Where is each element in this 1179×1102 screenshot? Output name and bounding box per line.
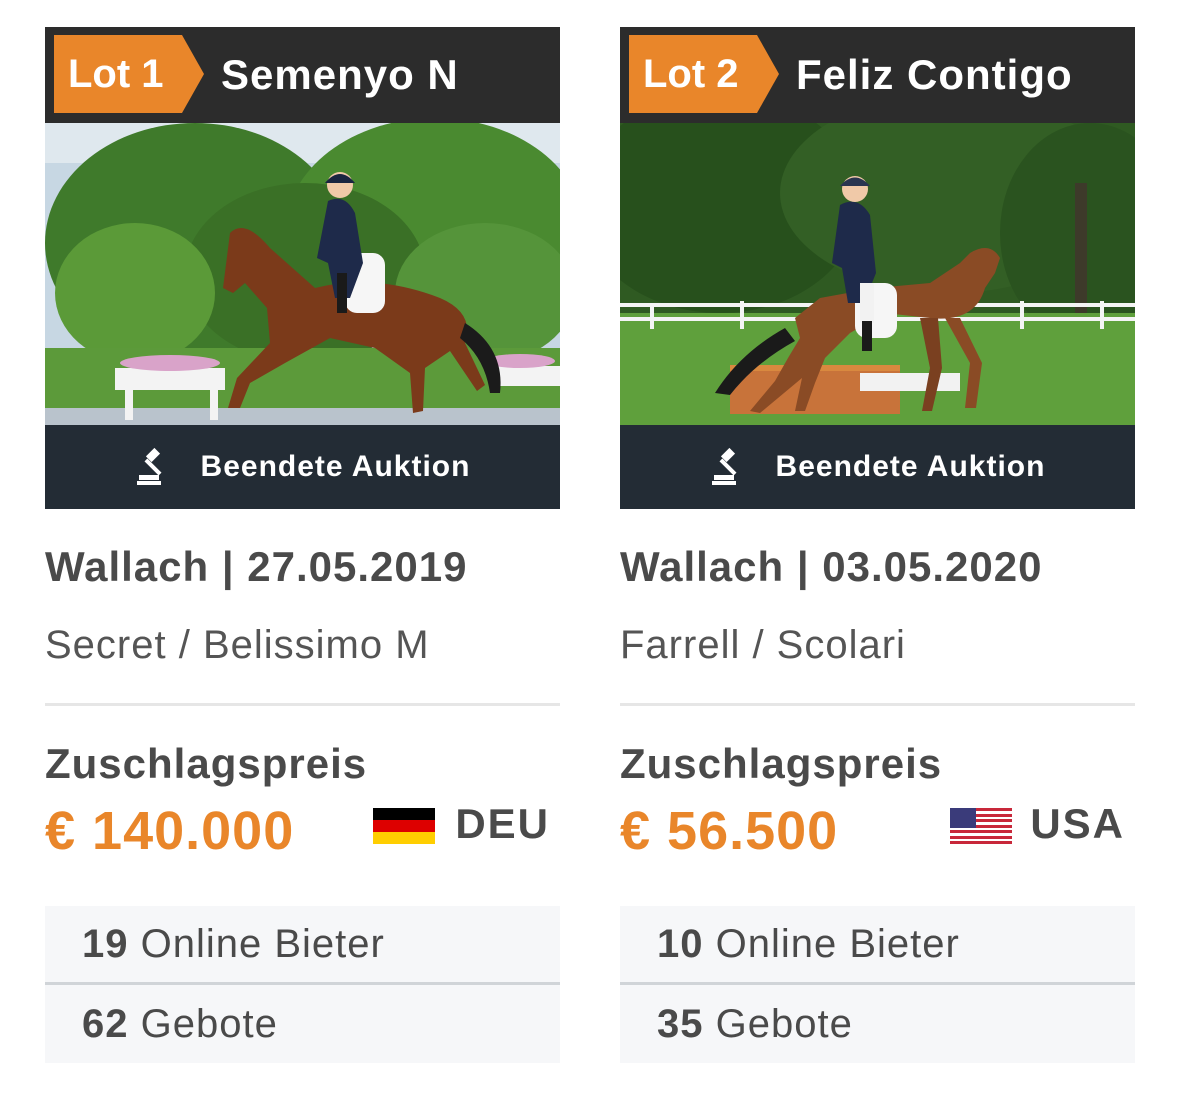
bidders-count: 19	[82, 922, 129, 966]
auction-card-lot-1[interactable]: Lot 1 Semenyo N Beendete Auktion Wallach…	[45, 27, 560, 1063]
horse-pedigree: Secret / Belissimo M	[45, 623, 430, 667]
online-bidders-row: 19 Online Bieter	[45, 906, 560, 982]
auction-status-bar[interactable]: Beendete Auktion	[45, 425, 560, 509]
bidders-label: Online Bieter	[715, 922, 960, 966]
card-header[interactable]: Lot 2 Feliz Contigo	[620, 27, 1135, 123]
bids-count: 62	[82, 1002, 129, 1046]
bids-label: Gebote	[715, 1002, 853, 1046]
buyer-country: DEU	[455, 800, 550, 847]
divider	[620, 703, 1135, 706]
bids-label: Gebote	[140, 1002, 278, 1046]
usa-flag	[950, 808, 1012, 844]
online-bidders-row: 10 Online Bieter	[620, 906, 1135, 982]
status-label: Beendete Auktion	[775, 450, 1046, 483]
status-label: Beendete Auktion	[200, 450, 471, 483]
card-header[interactable]: Lot 1 Semenyo N	[45, 27, 560, 123]
horse-meta: Wallach | 03.05.2020	[620, 543, 1043, 590]
price-label: Zuschlagspreis	[620, 740, 943, 787]
horse-name[interactable]: Feliz Contigo	[796, 27, 1073, 123]
bidders-count: 10	[657, 922, 704, 966]
horse-photo[interactable]	[620, 123, 1135, 425]
auction-status-bar[interactable]: Beendete Auktion	[620, 425, 1135, 509]
divider	[45, 703, 560, 706]
lot-badge: Lot 1	[54, 35, 204, 113]
price-row: € 140.000 DEU	[45, 800, 560, 878]
gavel-icon	[711, 447, 737, 485]
germany-flag	[373, 808, 435, 844]
price-label: Zuschlagspreis	[45, 740, 368, 787]
buyer-country: USA	[1030, 800, 1125, 847]
horse-name[interactable]: Semenyo N	[221, 27, 459, 123]
gavel-icon	[136, 447, 162, 485]
bids-count: 35	[657, 1002, 704, 1046]
bidders-label: Online Bieter	[140, 922, 385, 966]
price-row: € 56.500 USA	[620, 800, 1135, 878]
auction-stats: 19 Online Bieter 62 Gebote	[45, 906, 560, 1063]
lot-badge: Lot 2	[629, 35, 779, 113]
auction-stats: 10 Online Bieter 35 Gebote	[620, 906, 1135, 1063]
hammer-price: € 140.000	[45, 801, 295, 861]
hammer-price: € 56.500	[620, 801, 839, 861]
bids-row: 62 Gebote	[45, 982, 560, 1063]
horse-meta: Wallach | 27.05.2019	[45, 543, 468, 590]
bids-row: 35 Gebote	[620, 982, 1135, 1063]
horse-photo[interactable]	[45, 123, 560, 425]
auction-card-lot-2[interactable]: Lot 2 Feliz Contigo Beendete Auktion Wal…	[620, 27, 1135, 1063]
horse-pedigree: Farrell / Scolari	[620, 623, 906, 667]
